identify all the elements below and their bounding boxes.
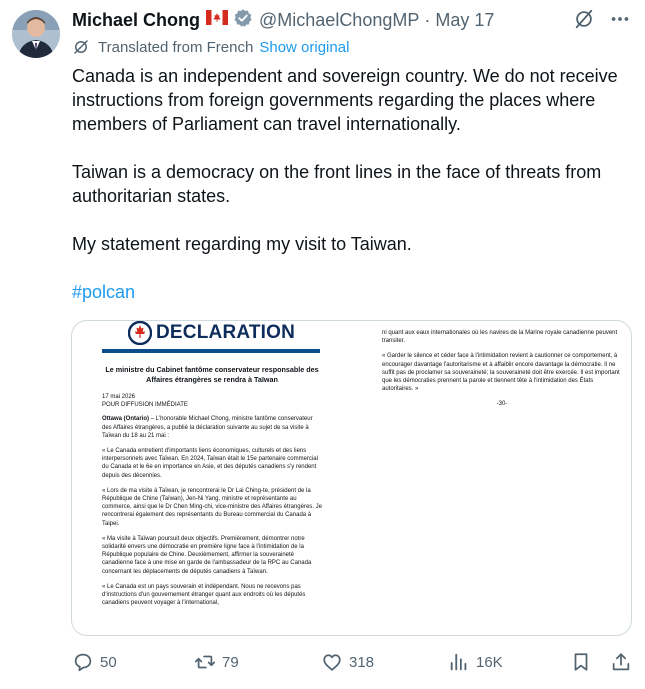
- tweet-date[interactable]: May 17: [435, 10, 494, 31]
- more-icon[interactable]: [609, 8, 631, 35]
- canada-flag-icon: [206, 10, 229, 30]
- avatar[interactable]: [12, 10, 60, 58]
- bookmark-icon: [570, 651, 592, 673]
- hashtag-link[interactable]: #polcan: [72, 282, 135, 302]
- verified-badge-icon[interactable]: [233, 8, 253, 33]
- document-paragraph-2: « Lors de ma visite à Taïwan, je rencont…: [102, 487, 322, 527]
- document-column-right: ni quant aux eaux internationales où les…: [382, 329, 622, 416]
- document-paragraph-3: « Ma visite à Taïwan poursuit deux objec…: [102, 535, 312, 575]
- avatar-image: [12, 10, 60, 58]
- reply-count: 50: [100, 653, 117, 671]
- tweet-paragraph-2: Taiwan is a democracy on the front lines…: [72, 162, 602, 206]
- author-name[interactable]: Michael Chong: [72, 10, 200, 31]
- declaration-rule: [102, 349, 320, 353]
- document-date: 17 mai 2026: [102, 394, 136, 400]
- statement-document: DECLARATION Le ministre du Cabinet fantô…: [72, 321, 631, 635]
- like-count: 318: [349, 653, 375, 671]
- translate-icon: [72, 38, 90, 56]
- separator-dot: ·: [424, 9, 431, 30]
- document-paragraph-4: « Le Canada est un pays souverain et ind…: [102, 583, 306, 607]
- document-column-left: DECLARATION Le ministre du Cabinet fantô…: [102, 321, 322, 614]
- author-handle[interactable]: @MichaelChongMP: [259, 10, 419, 31]
- reply-icon: [72, 651, 94, 673]
- views-icon: [448, 651, 470, 673]
- share-button[interactable]: [610, 651, 632, 673]
- repost-button[interactable]: 79: [194, 651, 239, 673]
- views-count: 16K: [476, 653, 503, 671]
- tweet-header: Michael Chong @MichaelChongMP · May 17: [72, 8, 631, 32]
- document-col2-paragraph-1: ni quant aux eaux internationales où les…: [382, 330, 618, 345]
- declaration-header: DECLARATION: [102, 321, 322, 347]
- document-paragraph-1: « Le Canada entretient d'importants lien…: [102, 448, 318, 479]
- document-release: POUR DIFFUSION IMMÉDIATE: [102, 402, 188, 409]
- document-end-mark: -30-: [496, 401, 508, 408]
- share-icon: [610, 651, 632, 673]
- tweet-paragraph-3: My statement regarding my visit to Taiwa…: [72, 234, 412, 254]
- tweet-media-image[interactable]: DECLARATION Le ministre du Cabinet fantô…: [71, 320, 632, 636]
- show-original-link[interactable]: Show original: [259, 39, 349, 56]
- translation-notice: Translated from French Show original: [72, 38, 349, 56]
- tweet-action-bar: 50 79 318 16K: [72, 650, 631, 674]
- maple-leaf-logo-icon: [128, 321, 152, 345]
- document-col2-paragraph-2: « Garder le silence et céder face à l'in…: [382, 353, 620, 393]
- document-title: Le ministre du Cabinet fantôme conservat…: [105, 365, 319, 384]
- document-intro-place: Ottawa (Ontario): [102, 416, 150, 423]
- like-button[interactable]: 318: [321, 651, 374, 673]
- declaration-heading: DECLARATION: [156, 322, 296, 343]
- tweet-text: Canada is an independent and sovereign c…: [72, 64, 632, 328]
- bookmark-button[interactable]: [570, 651, 592, 673]
- translated-label: Translated from French: [98, 38, 254, 56]
- repost-icon: [194, 651, 216, 673]
- header-actions: [573, 8, 631, 35]
- grok-icon[interactable]: [573, 8, 595, 35]
- document-intro: Ottawa (Ontario) – L'honorable Michael C…: [102, 415, 322, 440]
- tweet-paragraph-1: Canada is an independent and sovereign c…: [72, 66, 618, 134]
- like-icon: [321, 651, 343, 673]
- views-button[interactable]: 16K: [448, 651, 503, 673]
- repost-count: 79: [222, 653, 239, 671]
- reply-button[interactable]: 50: [72, 651, 117, 673]
